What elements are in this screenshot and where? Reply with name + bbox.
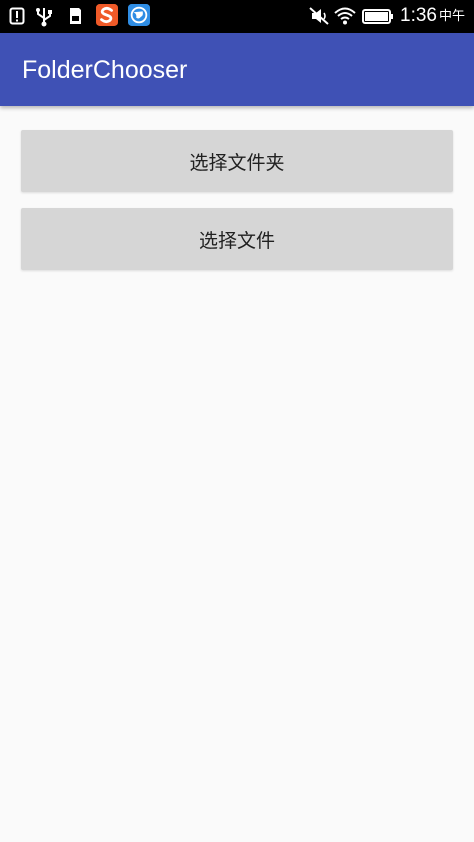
app-bar: FolderChooser	[0, 33, 474, 106]
app-title: FolderChooser	[22, 56, 188, 84]
clock-period: 中午	[439, 9, 466, 24]
choose-file-button[interactable]: 选择文件	[21, 208, 453, 270]
browser-app-icon	[128, 4, 150, 26]
battery-icon	[362, 9, 393, 24]
usb-icon	[36, 8, 52, 27]
sogou-app-icon	[96, 4, 118, 26]
wifi-icon	[334, 7, 356, 25]
choose-folder-button[interactable]: 选择文件夹	[21, 130, 453, 192]
sd-card-icon	[70, 8, 81, 24]
mute-vibrate-icon	[309, 7, 329, 25]
alert-icon	[9, 7, 25, 25]
choose-folder-label: 选择文件夹	[189, 151, 285, 174]
status-bar: 1:36 中午	[0, 0, 474, 33]
clock-time: 1:36	[400, 5, 437, 26]
choose-file-label: 选择文件	[198, 229, 275, 252]
